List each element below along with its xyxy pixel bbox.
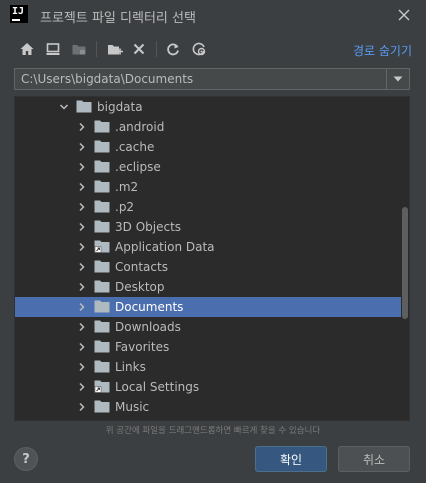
folder-icon xyxy=(94,200,110,213)
chevron-right-icon[interactable] xyxy=(77,302,87,312)
project-folder-button[interactable] xyxy=(68,38,90,60)
tree-item[interactable]: bigdata xyxy=(15,97,401,117)
folder-icon xyxy=(94,220,110,233)
tree-item[interactable]: Downloads xyxy=(15,317,401,337)
refresh-icon xyxy=(167,43,179,56)
delete-button[interactable] xyxy=(128,38,150,60)
home-button[interactable] xyxy=(16,38,38,60)
folder-icon xyxy=(94,260,110,273)
desktop-icon xyxy=(46,43,60,55)
tree-scrollbar-thumb[interactable] xyxy=(402,207,408,319)
folder-icon xyxy=(94,280,110,293)
delete-icon xyxy=(133,43,145,55)
path-input[interactable] xyxy=(15,69,387,89)
chevron-right-icon[interactable] xyxy=(77,242,87,252)
hide-path-link[interactable]: 경로 숨기기 xyxy=(353,42,412,59)
chevron-right-icon[interactable] xyxy=(77,362,87,372)
title-bar: IJ 프로젝트 파일 디렉터리 선택 xyxy=(0,0,426,30)
tree-scrollbar[interactable] xyxy=(401,97,409,420)
tree-item-label: .android xyxy=(115,120,165,134)
directory-tree[interactable]: Music Local Settings Links Favorites Downloa… xyxy=(14,96,410,421)
tree-item-label: .m2 xyxy=(115,180,139,194)
chevron-right-icon[interactable] xyxy=(77,122,87,132)
chevron-right-icon[interactable] xyxy=(77,322,87,332)
folder-shortcut-icon xyxy=(94,240,110,253)
show-hidden-button[interactable] xyxy=(188,38,210,60)
chevron-right-icon[interactable] xyxy=(77,162,87,172)
close-icon xyxy=(398,9,410,21)
folder-icon xyxy=(94,320,110,333)
folder-icon xyxy=(94,300,110,313)
close-button[interactable] xyxy=(392,3,416,27)
folder-icon xyxy=(94,160,110,173)
folder-icon xyxy=(76,100,92,113)
folder-icon xyxy=(94,120,110,133)
show-hidden-icon xyxy=(192,42,206,56)
tree-item-label: Documents xyxy=(115,300,184,314)
tree-item-label: Application Data xyxy=(115,240,215,254)
path-field xyxy=(14,68,410,90)
ok-button[interactable]: 확인 xyxy=(255,446,327,472)
tree-item-label: bigdata xyxy=(97,100,143,114)
tree-item[interactable]: Documents xyxy=(15,297,401,317)
tree-item-label: Desktop xyxy=(115,280,165,294)
tree-item[interactable]: Local Settings xyxy=(15,377,401,397)
desktop-button[interactable] xyxy=(42,38,64,60)
tree-item-label: Links xyxy=(115,360,146,374)
folder-icon xyxy=(94,140,110,153)
chevron-right-icon[interactable] xyxy=(77,382,87,392)
tree-item-label: 3D Objects xyxy=(115,220,182,234)
tree-item-label: .eclipse xyxy=(115,160,161,174)
drag-drop-hint: 위 공간에 파일을 드래그앤드롭하면 빠르게 찾을 수 있습니다 xyxy=(105,426,321,436)
tree-item[interactable]: .m2 xyxy=(15,177,401,197)
tree-item-label: Downloads xyxy=(115,320,181,334)
help-button[interactable]: ? xyxy=(14,447,38,471)
chevron-right-icon[interactable] xyxy=(77,182,87,192)
folder-icon xyxy=(94,180,110,193)
tree-item[interactable]: 3D Objects xyxy=(15,217,401,237)
tree-item-label: Music xyxy=(115,400,150,414)
tree-item[interactable]: Music xyxy=(15,397,401,417)
intellij-logo-icon: IJ xyxy=(10,5,28,23)
tree-item[interactable]: .p2 xyxy=(15,197,401,217)
tree-item-label: .p2 xyxy=(115,200,135,214)
tree-item-label: .cache xyxy=(115,140,155,154)
refresh-button[interactable] xyxy=(162,38,184,60)
chevron-right-icon[interactable] xyxy=(77,202,87,212)
chevron-right-icon[interactable] xyxy=(77,222,87,232)
tree-item[interactable]: .cache xyxy=(15,137,401,157)
chevron-right-icon[interactable] xyxy=(77,262,87,272)
tree-item[interactable]: Contacts xyxy=(15,257,401,277)
tree-item-label: Local Settings xyxy=(115,380,200,394)
tree-item[interactable]: Application Data xyxy=(15,237,401,257)
folder-shortcut-icon xyxy=(94,420,110,421)
chevron-right-icon[interactable] xyxy=(77,142,87,152)
tree-item-label: Favorites xyxy=(115,340,170,354)
tree-item[interactable]: Desktop xyxy=(15,277,401,297)
chevron-right-icon[interactable] xyxy=(77,282,87,292)
tree-item[interactable]: .android xyxy=(15,117,401,137)
tree-item[interactable]: Links xyxy=(15,357,401,377)
dialog-title: 프로젝트 파일 디렉터리 선택 xyxy=(40,11,196,26)
chevron-down-icon[interactable] xyxy=(59,102,69,112)
project-folder-icon xyxy=(72,45,86,55)
chevron-down-icon xyxy=(393,76,403,82)
app-logo-text: IJ xyxy=(12,6,25,17)
new-folder-icon xyxy=(108,45,123,55)
home-icon xyxy=(20,43,34,55)
path-history-dropdown[interactable] xyxy=(386,69,409,89)
toolbar: 경로 숨기기 xyxy=(14,38,414,62)
cancel-button[interactable]: 취소 xyxy=(338,446,410,472)
new-folder-button[interactable] xyxy=(104,38,126,60)
chevron-right-icon[interactable] xyxy=(77,342,87,352)
tree-item[interactable]: Favorites xyxy=(15,337,401,357)
folder-icon xyxy=(94,400,110,413)
folder-shortcut-icon xyxy=(94,380,110,393)
tree-item[interactable]: .eclipse xyxy=(15,157,401,177)
folder-icon xyxy=(94,340,110,353)
tree-item[interactable] xyxy=(15,417,401,421)
folder-icon xyxy=(94,360,110,373)
tree-item-label: Contacts xyxy=(115,260,168,274)
chevron-right-icon[interactable] xyxy=(77,402,87,412)
